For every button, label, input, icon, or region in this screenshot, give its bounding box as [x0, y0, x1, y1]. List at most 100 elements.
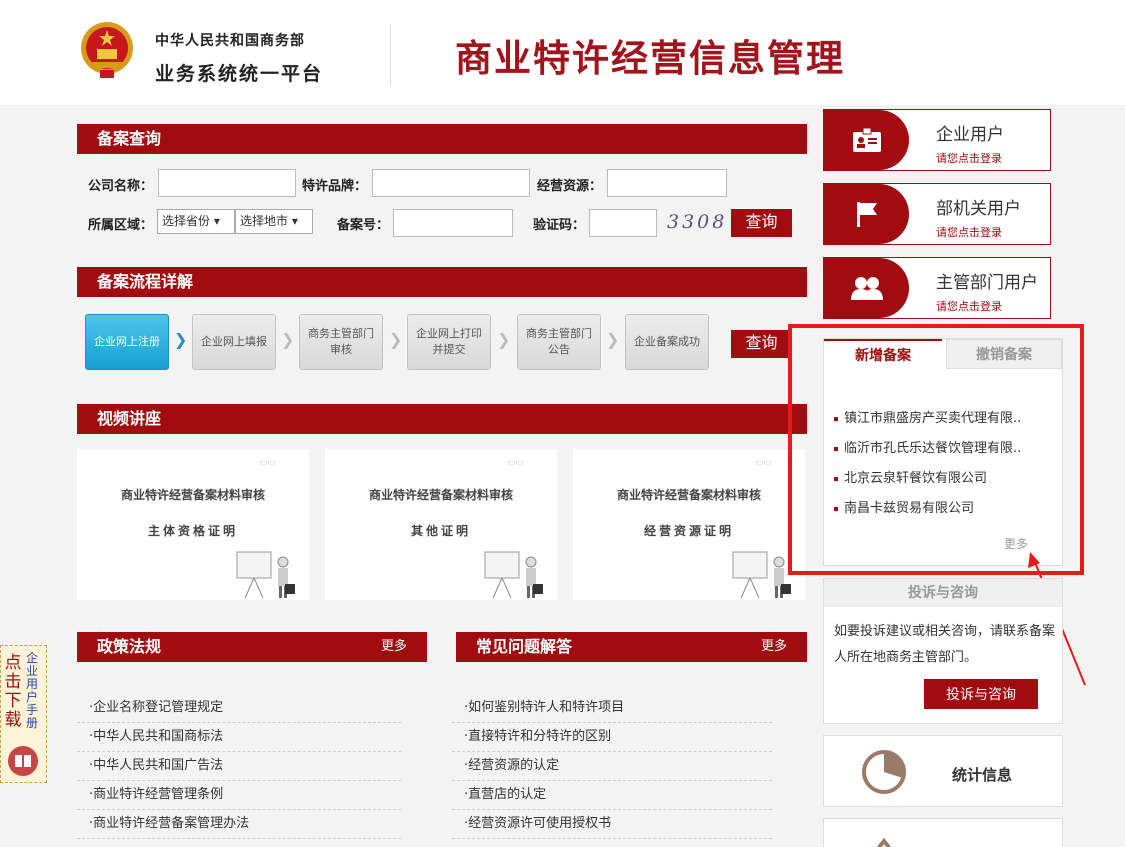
platform-name: 业务系统统一平台	[155, 63, 324, 85]
step-review[interactable]: 商务主管部门审核	[299, 314, 383, 370]
policy-item[interactable]: ·中华人民共和国商标法	[77, 723, 401, 752]
pie-chart-icon	[862, 750, 906, 794]
query-section-title: 备案查询	[97, 129, 162, 148]
complaint-text: 如要投诉建议或相关咨询，请联系备案人所在地商务主管部门。	[834, 624, 1056, 665]
faq-section-header: 常见问题解答 更多	[456, 632, 807, 662]
user-login-hint: 请您点击登录	[936, 226, 1002, 239]
video-card[interactable]: ▭▭ 商业特许经营备案材料审核 经营资源证明	[573, 450, 805, 600]
video-subtitle: 其他证明	[410, 524, 471, 538]
city-select[interactable]: 选择地市 ▾	[235, 209, 313, 234]
step-arrow-icon: ❯	[389, 330, 403, 349]
id-card-icon	[852, 127, 881, 152]
captcha-label: 验证码：	[533, 218, 586, 233]
video-title: 商业特许经营备案材料审核	[368, 488, 513, 502]
faq-item[interactable]: ·经营资源许可使用授权书	[452, 810, 772, 839]
city-select-value: 选择地市	[240, 214, 289, 228]
captcha-input[interactable]	[589, 209, 657, 237]
process-search-button[interactable]: 查询	[731, 330, 792, 358]
download-label: 点击下载	[4, 653, 22, 730]
query-section-header: 备案查询	[77, 124, 807, 154]
authority-user-login[interactable]: 主管部门用户 请您点击登录	[823, 257, 1051, 319]
org-name: 中华人民共和国商务部	[155, 33, 305, 49]
user-type-name: 企业用户	[936, 125, 1004, 145]
province-select-value: 选择省份	[162, 214, 211, 228]
brand-input[interactable]	[372, 169, 530, 197]
manual-download[interactable]: 点击下载 企业用户手册	[0, 645, 47, 783]
policy-item[interactable]: ·企业名称登记管理规定	[77, 694, 401, 723]
user-card-icon-bg	[824, 184, 909, 244]
enterprise-user-login[interactable]: 企业用户 请您点击登录	[823, 109, 1051, 171]
resource-input[interactable]	[607, 169, 727, 197]
video-subtitle: 主体资格证明	[147, 524, 238, 538]
presentation-board-icon	[484, 551, 543, 599]
dropdown-arrow-icon: ▾	[213, 214, 220, 228]
policy-item[interactable]: ·商业特许经营备案管理办法	[77, 810, 401, 839]
search-button[interactable]: 查询	[731, 209, 792, 237]
policy-item[interactable]: ·商业特许经营管理条例	[77, 781, 401, 810]
faq-item[interactable]: ·经营资源的认定	[452, 752, 772, 781]
document-icon	[876, 837, 892, 847]
ministry-user-login[interactable]: 部机关用户 请您点击登录	[823, 183, 1051, 245]
header: 中华人民共和国商务部 业务系统统一平台 商业特许经营信息管理	[0, 0, 1125, 105]
company-input[interactable]	[158, 169, 296, 197]
resource-label: 经营资源：	[537, 179, 603, 194]
record-no-label: 备案号：	[337, 218, 390, 233]
complaint-title: 投诉与咨询	[824, 579, 1062, 607]
company-label: 公司名称：	[88, 179, 154, 194]
flag-icon	[856, 202, 877, 227]
video-logo-icon: ▭▭	[259, 458, 277, 468]
highlight-box	[788, 324, 1084, 575]
user-login-hint: 请您点击登录	[936, 300, 1002, 313]
step-arrow-icon: ❯	[281, 330, 295, 349]
region-label: 所属区域：	[88, 218, 154, 233]
video-section-header: 视频讲座	[77, 404, 807, 434]
video-card[interactable]: ▭▭ 商业特许经营备案材料审核 主体资格证明	[77, 450, 309, 600]
video-section-title: 视频讲座	[97, 409, 162, 428]
policy-more-link[interactable]: 更多	[381, 632, 407, 662]
manual-name: 企业用户手册	[25, 651, 38, 730]
user-type-name: 部机关用户	[936, 199, 1021, 219]
captcha-image[interactable]: 3308	[667, 211, 727, 233]
faq-more-link[interactable]: 更多	[761, 632, 787, 662]
presentation-board-icon	[732, 551, 791, 599]
brand-label: 特许品牌：	[302, 179, 368, 194]
step-print-submit[interactable]: 企业网上打印并提交	[407, 314, 491, 370]
video-logo-icon: ▭▭	[507, 458, 525, 468]
dropdown-arrow-icon: ▾	[291, 214, 298, 228]
record-no-input[interactable]	[393, 209, 513, 237]
book-icon	[8, 746, 38, 776]
step-success[interactable]: 企业备案成功	[625, 314, 709, 370]
users-icon	[850, 277, 883, 300]
page-title: 商业特许经营信息管理	[455, 37, 845, 80]
policy-section-header: 政策法规 更多	[77, 632, 427, 662]
faq-item[interactable]: ·直接特许和分特许的区别	[452, 723, 772, 752]
video-title: 商业特许经营备案材料审核	[120, 488, 265, 502]
policy-section-title: 政策法规	[97, 637, 162, 656]
step-arrow-icon: ❯	[606, 330, 620, 349]
step-register[interactable]: 企业网上注册	[85, 314, 169, 370]
user-type-name: 主管部门用户	[936, 273, 1038, 293]
user-card-icon-bg	[824, 258, 909, 318]
step-announce[interactable]: 商务主管部门公告	[517, 314, 601, 370]
national-emblem-icon	[81, 22, 133, 78]
video-title: 商业特许经营备案材料审核	[616, 488, 761, 502]
presentation-board-icon	[236, 551, 295, 599]
complaint-panel: 投诉与咨询 如要投诉建议或相关咨询，请联系备案人所在地商务主管部门。 投诉与咨询	[823, 578, 1063, 724]
faq-item[interactable]: ·直营店的认定	[452, 781, 772, 810]
complaint-button[interactable]: 投诉与咨询	[924, 679, 1038, 709]
statistics-link[interactable]: 统计信息	[823, 735, 1063, 807]
header-divider	[390, 24, 391, 84]
video-subtitle: 经营资源证明	[643, 524, 734, 538]
statistics-label: 统计信息	[952, 766, 1013, 784]
faq-item[interactable]: ·如何鉴别特许人和特许项目	[452, 694, 772, 723]
step-fill-in[interactable]: 企业网上填报	[192, 314, 276, 370]
step-arrow-icon: ❯	[497, 330, 511, 349]
video-logo-icon: ▭▭	[755, 458, 773, 468]
policy-item[interactable]: ·中华人民共和国广告法	[77, 752, 401, 781]
step-arrow-icon: ❯	[174, 330, 188, 349]
video-card[interactable]: ▭▭ 商业特许经营备案材料审核 其他证明	[325, 450, 557, 600]
extra-panel[interactable]	[823, 818, 1063, 847]
faq-section-title: 常见问题解答	[476, 637, 573, 656]
province-select[interactable]: 选择省份 ▾	[157, 209, 235, 234]
process-section-title: 备案流程详解	[97, 272, 194, 291]
